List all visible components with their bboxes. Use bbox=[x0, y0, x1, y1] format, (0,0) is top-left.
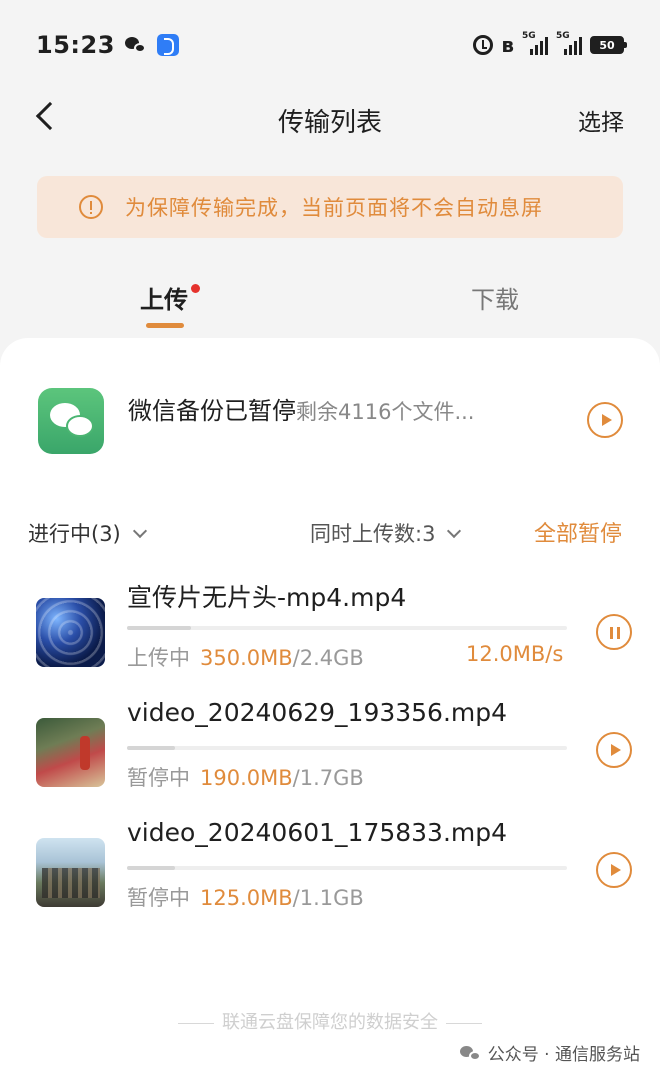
progress-fill bbox=[127, 746, 176, 750]
file-row[interactable]: 宣传片无片头-mp4.mp4 上传中 350.0MB/2.4GB 12.0MB/s bbox=[36, 578, 636, 678]
tab-upload[interactable]: 上传 bbox=[140, 280, 200, 315]
divider bbox=[446, 1022, 482, 1024]
file-thumbnail bbox=[36, 838, 105, 907]
alarm-icon bbox=[473, 35, 494, 55]
tab-active-indicator bbox=[146, 323, 184, 328]
file-status: 暂停中 125.0MB/1.1GB bbox=[127, 882, 364, 912]
file-thumbnail bbox=[36, 718, 105, 787]
file-status: 上传中 350.0MB/2.4GB bbox=[127, 642, 364, 672]
divider bbox=[178, 1022, 214, 1024]
total-size: /1.7GB bbox=[292, 766, 364, 790]
status-right: ʙ 5G 5G 50 bbox=[473, 31, 627, 57]
signal-icon: 5G bbox=[522, 31, 548, 55]
backup-status: 微信备份已暂停 bbox=[128, 397, 296, 425]
list-header: 进行中(3) 同时上传数:3 全部暂停 bbox=[28, 516, 628, 552]
file-status: 暂停中 190.0MB/1.7GB bbox=[127, 762, 364, 792]
transfer-panel: 微信备份已暂停剩余4116个文件... 进行中(3) 同时上传数:3 全部暂停 … bbox=[0, 338, 660, 1078]
wechat-icon bbox=[38, 388, 104, 454]
wechat-notification-icon bbox=[124, 36, 147, 54]
play-icon bbox=[602, 414, 612, 426]
progress-bar bbox=[127, 866, 567, 870]
resume-button[interactable] bbox=[596, 852, 632, 888]
notice-banner: 为保障传输完成，当前页面将不会自动息屏 bbox=[37, 176, 623, 238]
transferred-size: 125.0MB bbox=[200, 886, 293, 910]
play-icon bbox=[611, 864, 621, 876]
in-progress-filter[interactable]: 进行中(3) bbox=[28, 518, 147, 548]
progress-fill bbox=[127, 866, 176, 870]
backup-remaining: 剩余4116个文件... bbox=[296, 400, 475, 424]
total-size: /2.4GB bbox=[292, 646, 364, 670]
select-button[interactable]: 选择 bbox=[578, 103, 624, 137]
header: 传输列表 选择 bbox=[0, 90, 660, 146]
progress-bar bbox=[127, 746, 567, 750]
backup-resume-button[interactable] bbox=[587, 402, 623, 438]
transferred-size: 350.0MB bbox=[200, 646, 293, 670]
pause-icon bbox=[610, 627, 620, 639]
file-name: video_20240601_175833.mp4 bbox=[127, 818, 508, 847]
pause-button[interactable] bbox=[596, 614, 632, 650]
wechat-official-icon bbox=[459, 1044, 482, 1062]
play-icon bbox=[611, 744, 621, 756]
app-notification-icon bbox=[156, 34, 179, 56]
tab-upload-label: 上传 bbox=[140, 286, 188, 314]
concurrent-label: 同时上传数:3 bbox=[310, 522, 436, 546]
battery-icon: 50 bbox=[590, 36, 627, 54]
page-title: 传输列表 bbox=[277, 108, 382, 138]
status-label: 上传中 bbox=[127, 646, 190, 670]
tab-bar: 上传 下载 bbox=[0, 270, 660, 340]
security-footer: 联通云盘保障您的数据安全 bbox=[155, 1008, 505, 1034]
wechat-backup-row[interactable]: 微信备份已暂停剩余4116个文件... bbox=[38, 388, 628, 454]
new-badge-dot bbox=[191, 284, 200, 293]
chevron-down-icon bbox=[447, 523, 462, 539]
total-size: /1.1GB bbox=[292, 886, 364, 910]
tab-download-label: 下载 bbox=[471, 286, 519, 314]
status-label: 暂停中 bbox=[127, 886, 190, 910]
chevron-down-icon bbox=[132, 523, 147, 539]
resume-button[interactable] bbox=[596, 732, 632, 768]
status-left: 15:23 bbox=[36, 31, 179, 59]
signal-icon-2: 5G bbox=[556, 31, 582, 55]
progress-fill bbox=[127, 626, 192, 630]
footer-text: 联通云盘保障您的数据安全 bbox=[222, 1012, 438, 1033]
file-name: video_20240629_193356.mp4 bbox=[127, 698, 508, 727]
file-row[interactable]: video_20240629_193356.mp4 暂停中 190.0MB/1.7… bbox=[36, 698, 636, 798]
info-icon bbox=[79, 195, 103, 219]
file-thumbnail bbox=[36, 598, 105, 667]
pause-all-button[interactable]: 全部暂停 bbox=[534, 516, 622, 548]
tab-download[interactable]: 下载 bbox=[471, 280, 519, 315]
file-name: 宣传片无片头-mp4.mp4 bbox=[127, 583, 407, 612]
in-progress-label: 进行中(3) bbox=[28, 522, 121, 546]
watermark: 公众号 · 通信服务站 bbox=[459, 1040, 640, 1065]
progress-bar bbox=[127, 626, 567, 630]
transfer-speed: 12.0MB/s bbox=[466, 642, 564, 666]
notice-text: 为保障传输完成，当前页面将不会自动息屏 bbox=[125, 196, 543, 220]
bluetooth-icon: ʙ bbox=[501, 33, 514, 57]
network-type-label: 5G bbox=[522, 31, 536, 41]
transferred-size: 190.0MB bbox=[200, 766, 293, 790]
status-label: 暂停中 bbox=[127, 766, 190, 790]
concurrent-uploads-selector[interactable]: 同时上传数:3 bbox=[310, 518, 462, 548]
network-type-label-2: 5G bbox=[556, 31, 570, 41]
status-bar: 15:23 ʙ 5G 5G 50 bbox=[0, 0, 660, 90]
watermark-text: 公众号 · 通信服务站 bbox=[487, 1045, 640, 1065]
status-time: 15:23 bbox=[36, 31, 115, 59]
file-row[interactable]: video_20240601_175833.mp4 暂停中 125.0MB/1.1… bbox=[36, 818, 636, 918]
backup-title: 微信备份已暂停剩余4116个文件... bbox=[128, 391, 474, 426]
